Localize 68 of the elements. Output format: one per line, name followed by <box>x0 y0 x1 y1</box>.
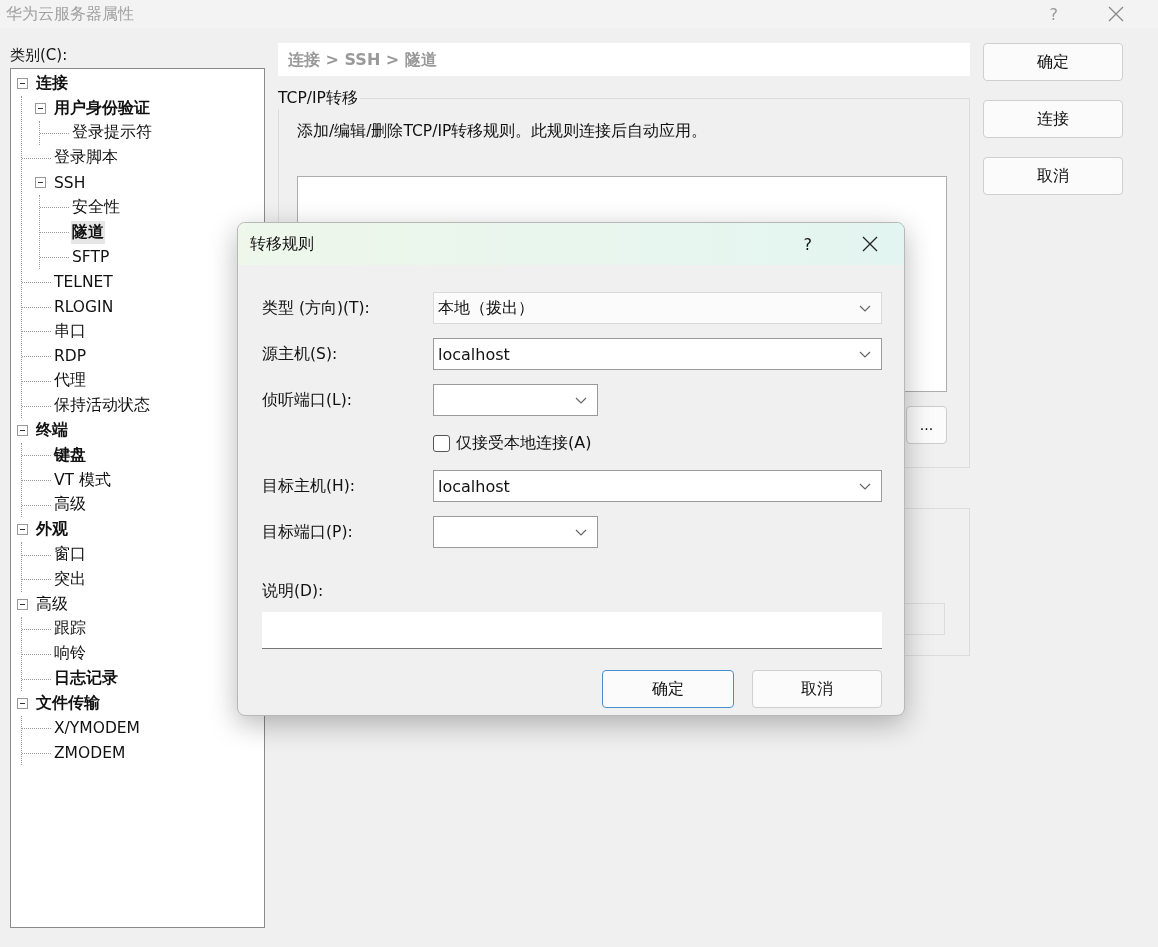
tree-item[interactable]: 高级 <box>53 493 87 517</box>
tree-item[interactable]: RLOGIN <box>53 296 115 317</box>
combo-box[interactable]: localhost <box>433 470 882 502</box>
tree-item[interactable]: SSH <box>53 172 87 193</box>
tree-item[interactable]: 高级 <box>35 592 69 616</box>
collapse-icon[interactable] <box>17 77 28 89</box>
group-title: TCP/IP转移 <box>276 88 360 109</box>
tree-item[interactable]: 用户身份验证 <box>53 96 151 120</box>
input-field[interactable] <box>262 612 882 649</box>
collapse-icon[interactable] <box>17 425 28 437</box>
dialog-button[interactable]: 连接 <box>983 100 1123 138</box>
tree-item[interactable]: 隧道 <box>71 220 105 244</box>
collapse-icon[interactable] <box>35 177 46 189</box>
chevron-down-icon[interactable] <box>575 528 587 536</box>
tree-item[interactable]: 安全性 <box>71 195 121 219</box>
chevron-down-icon[interactable] <box>859 304 871 312</box>
field-label: 说明(D): <box>262 581 325 602</box>
collapse-icon[interactable] <box>17 598 28 610</box>
dialog-title: 转移规则 <box>250 233 314 255</box>
description-text: 添加/编辑/删除TCP/IP转移规则。此规则连接后自动应用。 <box>297 121 709 142</box>
more-button[interactable]: ... <box>906 406 947 444</box>
field-label: 源主机(S): <box>262 343 339 365</box>
dialog-button[interactable]: 取消 <box>983 157 1123 195</box>
tree-item[interactable]: 响铃 <box>53 642 87 666</box>
tree-item[interactable]: 连接 <box>35 71 69 95</box>
dialog-button[interactable]: 确定 <box>602 670 734 708</box>
breadcrumb: 连接 > SSH > 隧道 <box>278 43 970 76</box>
checkbox[interactable] <box>433 434 450 452</box>
help-button[interactable]: ? <box>803 234 812 254</box>
tree-item[interactable]: 串口 <box>53 319 87 343</box>
tree-item[interactable]: SFTP <box>71 246 111 267</box>
window-title: 华为云服务器属性 <box>6 3 134 25</box>
dialog-button[interactable]: 确定 <box>983 43 1123 81</box>
chevron-down-icon[interactable] <box>575 396 587 404</box>
chevron-down-icon[interactable] <box>859 482 871 490</box>
collapse-icon[interactable] <box>35 102 46 114</box>
tree-item[interactable]: 窗口 <box>53 543 87 567</box>
field-label: 侦听端口(L): <box>262 389 353 411</box>
tree-item[interactable]: TELNET <box>53 271 114 292</box>
field-label: 目标主机(H): <box>262 475 356 497</box>
chevron-down-icon[interactable] <box>859 350 871 358</box>
tree-item[interactable]: ZMODEM <box>53 742 127 763</box>
collapse-icon[interactable] <box>17 524 28 536</box>
tree-item[interactable]: 外观 <box>35 518 69 542</box>
combo-box[interactable]: localhost <box>433 338 882 370</box>
dialog-button[interactable]: 取消 <box>752 670 882 708</box>
collapse-icon[interactable] <box>17 697 28 709</box>
field-label: 类型 (方向)(T): <box>262 297 371 319</box>
checkbox-label[interactable]: 仅接受本地连接(A) <box>456 432 592 454</box>
tree-item[interactable]: 文件传输 <box>35 691 101 715</box>
field-label: 目标端口(P): <box>262 521 354 543</box>
tree-item[interactable]: 保持活动状态 <box>53 394 151 418</box>
tree-item[interactable]: 日志记录 <box>53 667 119 690</box>
tree-item[interactable]: X/YMODEM <box>53 718 141 739</box>
tree-item[interactable]: 登录脚本 <box>53 146 119 170</box>
combo-box[interactable] <box>433 384 598 416</box>
tree-item[interactable]: 登录提示符 <box>71 121 153 145</box>
tree-item[interactable]: 跟踪 <box>53 617 87 641</box>
dropdown[interactable]: 本地（拨出） <box>433 292 882 324</box>
category-label: 类别(C): <box>10 45 69 66</box>
tree-item[interactable]: 键盘 <box>53 443 87 467</box>
tree-item[interactable]: 终端 <box>35 419 69 443</box>
tree-item[interactable]: 突出 <box>53 567 87 591</box>
tree-item[interactable]: 代理 <box>53 369 87 393</box>
tree-item[interactable]: RDP <box>53 346 88 367</box>
tree-item[interactable]: VT 模式 <box>53 468 112 492</box>
combo-box[interactable] <box>433 516 598 548</box>
close-icon[interactable] <box>862 236 878 252</box>
